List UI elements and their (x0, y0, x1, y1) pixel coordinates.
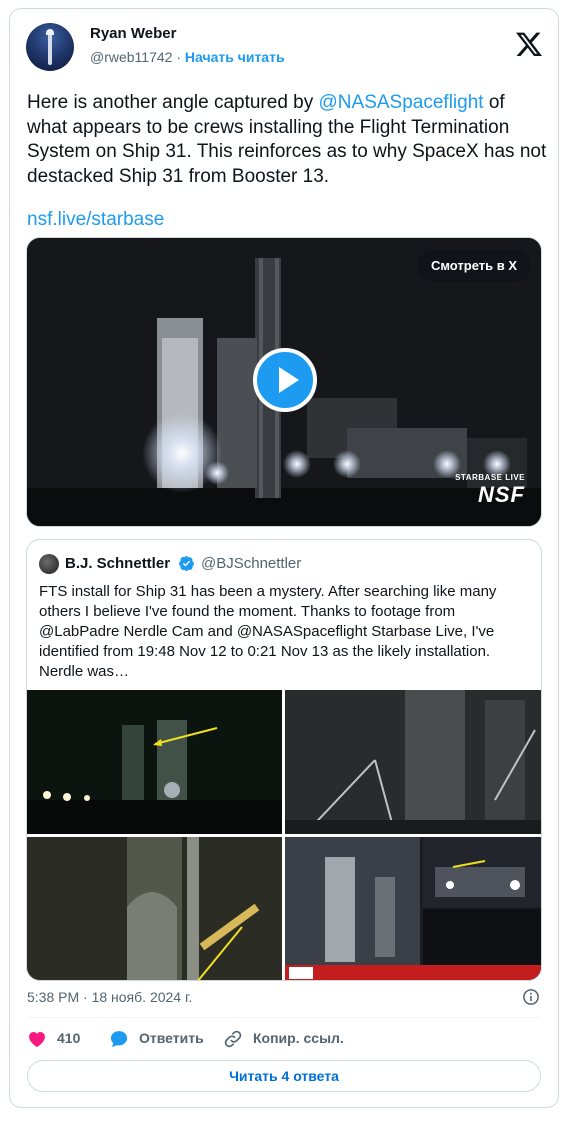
quoted-author-avatar[interactable] (39, 554, 59, 574)
author-handle-line: @rweb11742 · Начать читать (90, 49, 285, 65)
tweet-text-before: Here is another angle captured by (27, 92, 319, 113)
quoted-image-2[interactable] (285, 690, 541, 834)
video-player[interactable]: Смотреть в X STARBASE LIVE NSF (26, 237, 542, 527)
watermark-top: STARBASE LIVE (455, 473, 525, 482)
author-avatar[interactable] (26, 23, 74, 71)
x-logo-icon[interactable] (516, 31, 542, 57)
image-2-frame (285, 690, 541, 834)
quoted-image-4[interactable] (285, 837, 541, 980)
copy-link-label: Копир. ссыл. (253, 1030, 344, 1046)
divider (27, 1017, 541, 1018)
quoted-media-grid (27, 690, 541, 980)
play-icon[interactable] (253, 348, 317, 412)
tweet-text: Here is another angle captured by @NASAS… (27, 91, 547, 189)
action-bar: 410 Ответить Копир. ссыл. (27, 1027, 541, 1051)
info-icon[interactable] (522, 988, 540, 1006)
reply-label: Ответить (139, 1030, 204, 1046)
quoted-author-handle[interactable]: @BJSchnettler (201, 555, 301, 572)
tweet-header: Ryan Weber @rweb11742 · Начать читать (24, 21, 544, 71)
quoted-image-3[interactable] (27, 837, 282, 980)
image-1-frame (27, 690, 282, 834)
like-count: 410 (57, 1030, 81, 1046)
author-name[interactable]: Ryan Weber (90, 25, 176, 42)
quoted-tweet-text: FTS install for Ship 31 has been a myste… (39, 583, 497, 680)
quoted-tweet[interactable]: B.J. Schnettler @BJSchnettler FTS instal… (26, 539, 542, 981)
tweet-card: Ryan Weber @rweb11742 · Начать читать He… (9, 8, 559, 1108)
watermark-brand: NSF (478, 482, 525, 507)
mention-link[interactable]: @NASASpaceflight (319, 92, 484, 113)
avatar-rocket-tip (46, 29, 54, 35)
reply-bubble-icon (110, 1031, 128, 1047)
quoted-image-1[interactable] (27, 690, 282, 834)
video-watermark: STARBASE LIVE NSF (455, 473, 525, 508)
image-3-frame (27, 837, 282, 980)
tweet-timestamp[interactable]: 5:38 PM · 18 нояб. 2024 г. (27, 989, 192, 1005)
tweet-link[interactable]: nsf.live/starbase (27, 209, 164, 231)
read-replies-button[interactable]: Читать 4 ответа (27, 1060, 541, 1092)
handle-separator: · (176, 49, 182, 65)
author-handle[interactable]: @rweb11742 (90, 49, 172, 65)
verified-badge-icon (179, 556, 194, 572)
avatar-rocket-shape (48, 31, 52, 65)
heart-icon (29, 1032, 45, 1047)
follow-button[interactable]: Начать читать (185, 49, 285, 65)
quoted-author-name[interactable]: B.J. Schnettler (65, 555, 170, 572)
image-4-frame (285, 837, 541, 980)
link-icon (224, 1030, 242, 1048)
watch-on-x-button[interactable]: Смотреть в X (416, 250, 531, 282)
